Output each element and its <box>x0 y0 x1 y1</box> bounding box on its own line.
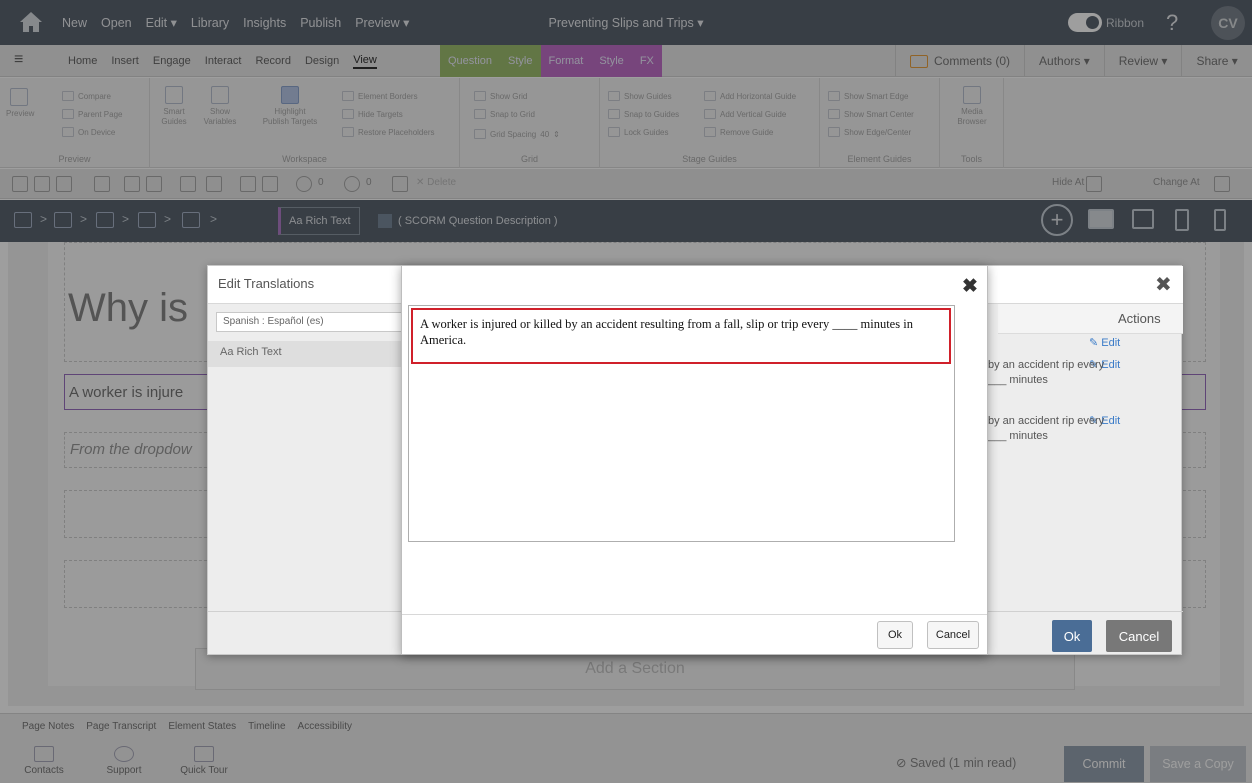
language-select[interactable]: Spanish : Español (es) <box>216 312 406 332</box>
translation-row-text-2: by an accident rip every ___ minutes <box>988 415 1105 442</box>
editor-cancel-button[interactable]: Cancel <box>927 621 979 649</box>
element-list-item[interactable]: Aa Rich Text <box>208 341 406 367</box>
translations-ok-button[interactable]: Ok <box>1052 620 1092 652</box>
close-icon[interactable]: ✖ <box>1155 272 1172 297</box>
translation-row-text-1: by an accident rip every ___ minutes <box>988 359 1105 386</box>
editable-text[interactable]: A worker is injured or killed by an acci… <box>411 308 951 364</box>
close-icon[interactable]: ✖ <box>962 275 978 298</box>
editor-ok-button[interactable]: Ok <box>877 621 913 649</box>
editor-footer-divider <box>402 614 987 615</box>
rich-text-editor-dialog: ✖ A worker is injured or killed by an ac… <box>401 265 988 655</box>
translations-cancel-button[interactable]: Cancel <box>1106 620 1172 652</box>
edit-link-1[interactable]: ✎ Edit <box>1089 336 1120 349</box>
actions-header: Actions <box>1118 311 1161 326</box>
rich-text-editor[interactable]: A worker is injured or killed by an acci… <box>408 305 955 542</box>
translations-title: Edit Translations <box>218 276 315 291</box>
